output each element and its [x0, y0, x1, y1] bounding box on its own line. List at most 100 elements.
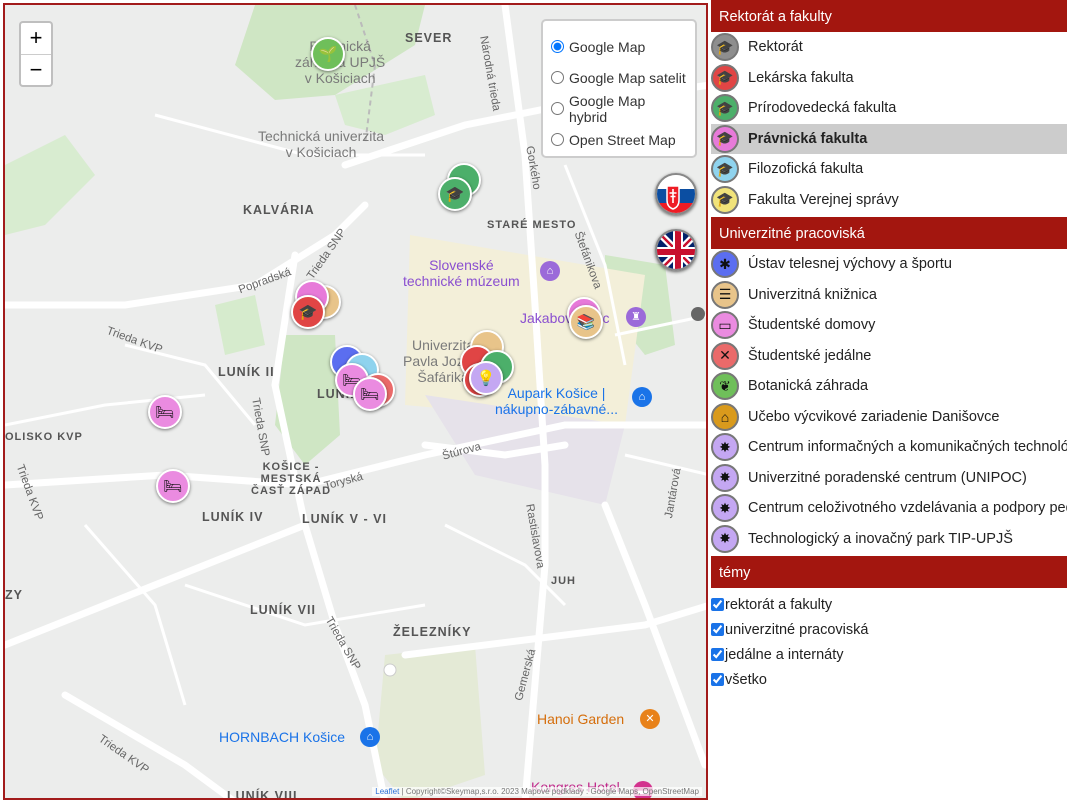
graduation-cap-icon: 🎓: [711, 185, 739, 214]
theme-vsetko[interactable]: všetko: [711, 667, 1067, 692]
legend-item-label: Prírodovedecká fakulta: [748, 100, 897, 117]
marker-cluster-b5[interactable]: 💡: [469, 361, 503, 395]
legend-item[interactable]: 🎓 Prírodovedecká fakulta: [711, 93, 1067, 124]
legend-item[interactable]: ✸ Technologický a inovačný park TIP-UPJŠ: [711, 523, 1067, 554]
legend-item[interactable]: ▭ Študentské domovy: [711, 310, 1067, 341]
legend-item[interactable]: ☰ Univerzitná knižnica: [711, 279, 1067, 310]
legend-item[interactable]: ✱ Ústav telesnej výchovy a športu: [711, 249, 1067, 280]
legend-item[interactable]: ✸ Centrum celoživotného vzdelávania a pod…: [711, 493, 1067, 524]
marker-botanicka-zahrada[interactable]: 🌱: [311, 37, 345, 71]
legend-item[interactable]: 🎓 Lekárska fakulta: [711, 62, 1067, 93]
graduation-cap-icon: 🎓: [711, 94, 739, 123]
graduation-cap-icon: 🎓: [445, 186, 465, 203]
graduation-cap-icon: 🎓: [711, 155, 739, 184]
app: Botanickázáhrada UPJŠv Košiciach Technic…: [0, 0, 1067, 800]
layer-radio-google-satelit[interactable]: [551, 71, 564, 84]
legend-item-label: Univerzitné poradenské centrum (UNIPOC): [748, 469, 1027, 486]
label-hanoi: Hanoi Garden: [537, 711, 625, 727]
legend-item-label: Univerzitná knižnica: [748, 286, 877, 303]
legend-item-label: Rektorát: [748, 39, 803, 56]
label-lunik-vii: LUNÍK VII: [250, 603, 316, 617]
legend-item[interactable]: 🎓 Rektorát: [711, 32, 1067, 63]
leaflet-link[interactable]: Leaflet: [375, 787, 399, 796]
section-header-rektorat: Rektorát a fakulty: [711, 0, 1067, 32]
legend-item-label: Technologický a inovačný park TIP-UPJŠ: [748, 530, 1013, 547]
lightbulb-icon: ✸: [711, 494, 739, 523]
lightbulb-icon: ✸: [711, 463, 739, 492]
theme-pracoviska[interactable]: univerzitné pracoviská: [711, 617, 1067, 642]
theme-jedalne[interactable]: jedálne a internáty: [711, 642, 1067, 667]
legend-item[interactable]: ❦ Botanická záhrada: [711, 371, 1067, 402]
theme-jedalne-checkbox[interactable]: [711, 648, 724, 661]
label-juh: JUH: [551, 575, 577, 587]
label-kalvaria: KALVÁRIA: [243, 203, 315, 217]
label-lunik-viii: LUNÍK VIII: [227, 789, 298, 800]
theme-rektorat[interactable]: rektorát a fakulty: [711, 592, 1067, 617]
legend-item-label: Ústav telesnej výchovy a športu: [748, 256, 952, 273]
shopping-icon[interactable]: ⌂: [632, 387, 652, 407]
theme-vsetko-checkbox[interactable]: [711, 673, 724, 686]
layer-radio-osm[interactable]: [551, 133, 564, 146]
legend-item[interactable]: 🎓 Filozofická fakulta: [711, 154, 1067, 185]
theme-rektorat-checkbox[interactable]: [711, 598, 724, 611]
legend-item[interactable]: ✕ Študentské jedálne: [711, 340, 1067, 371]
castle-icon[interactable]: ♜: [626, 307, 646, 327]
legend-item[interactable]: 🎓 Fakulta Verejnej správy: [711, 184, 1067, 215]
legend-item-label: Centrum celoživotného vzdelávania a podp…: [748, 500, 1067, 517]
layer-osm[interactable]: Open Street Map: [551, 124, 687, 155]
label-zelezniky: ŽELEZNÍKY: [393, 625, 472, 639]
museum-icon[interactable]: ⌂: [540, 261, 560, 281]
label-aupark: Aupark Košice | nákupno-zábavné...: [495, 385, 618, 417]
label-zy: ZY: [5, 588, 23, 602]
layer-google-map[interactable]: Google Map: [551, 31, 687, 62]
transit-icon[interactable]: [691, 307, 705, 321]
label-lunik-ii: LUNÍK II: [218, 365, 275, 379]
restaurant-icon[interactable]: ✕: [640, 709, 660, 729]
lightbulb-icon: ✸: [711, 524, 739, 553]
marker-domovy-4[interactable]: 🛏: [156, 469, 190, 503]
label-lunik-v-vi: LUNÍK V - VI: [302, 512, 387, 526]
legend-item-label: Centrum informačných a komunikačných tec…: [748, 439, 1067, 456]
legend-item-label: Filozofická fakulta: [748, 161, 864, 178]
legend-item[interactable]: 🎓 Právnická fakulta: [711, 123, 1067, 154]
section-rektorat-list: 🎓 Rektorát 🎓 Lekárska fakulta 🎓 Prírodovedeck…: [711, 32, 1067, 215]
section-header-temy: témy: [711, 556, 1067, 588]
legend-sidebar: Rektorát a fakulty 🎓 Rektorát 🎓 Lekárska fa…: [711, 0, 1067, 800]
marker-domovy-2[interactable]: 🛏: [353, 377, 387, 411]
zoom-in-button[interactable]: +: [21, 23, 51, 54]
bed-icon: 🛏: [360, 386, 380, 403]
label-tuke: Technická univerzita v Košiciach: [258, 128, 385, 160]
legend-item[interactable]: ✸ Univerzitné poradenské centrum (UNIPOC): [711, 462, 1067, 493]
marker-kniznica[interactable]: 📚: [569, 305, 603, 339]
bed-icon: 🛏: [155, 404, 175, 421]
marker-lekarska[interactable]: 🎓: [291, 295, 325, 329]
layer-google-hybrid[interactable]: Google Map hybrid: [551, 93, 687, 125]
lightbulb-icon: ✸: [711, 433, 739, 462]
graduation-cap-icon: 🎓: [711, 124, 739, 153]
plant-icon: ❦: [711, 372, 739, 401]
layer-radio-google-map[interactable]: [551, 40, 564, 53]
marker-domovy-3[interactable]: 🛏: [148, 395, 182, 429]
legend-item-label: Študentské jedálne: [748, 347, 872, 364]
label-muzeum: Slovenské technické múzeum: [403, 257, 520, 289]
shopping-icon[interactable]: ⌂: [360, 727, 380, 747]
marker-prirodovedecka[interactable]: 🎓: [438, 177, 472, 211]
flag-slovak-button[interactable]: [655, 173, 697, 215]
label-lunik-iv: LUNÍK IV: [202, 510, 264, 524]
legend-item[interactable]: ⌂ Učebo výcvikové zariadenie Danišovce: [711, 401, 1067, 432]
zoom-out-button[interactable]: −: [21, 54, 51, 85]
layer-google-satelit[interactable]: Google Map satelit: [551, 62, 687, 93]
zoom-control: + −: [19, 21, 53, 87]
map-view[interactable]: Botanickázáhrada UPJŠv Košiciach Technic…: [3, 3, 708, 800]
theme-pracoviska-checkbox[interactable]: [711, 623, 724, 636]
themes-list: rektorát a fakulty univerzitné pracovisk…: [711, 588, 1067, 692]
legend-item-label: Lekárska fakulta: [748, 69, 854, 86]
house-icon: ⌂: [711, 402, 739, 431]
map-attribution: Leaflet | Copyright©Skeymap,s.r.o. 2023 …: [372, 787, 702, 796]
legend-item-label: Učebo výcvikové zariadenie Danišovce: [748, 408, 1000, 425]
layer-radio-google-hybrid[interactable]: [551, 102, 564, 115]
flag-english-button[interactable]: [655, 229, 697, 271]
label-kosice-zapad: KOŠICE - MESTSKÁ ČASŤ ZÁPAD: [251, 461, 332, 497]
legend-item[interactable]: ✸ Centrum informačných a komunikačných te…: [711, 432, 1067, 463]
label-hornbach: HORNBACH Košice: [219, 729, 346, 745]
